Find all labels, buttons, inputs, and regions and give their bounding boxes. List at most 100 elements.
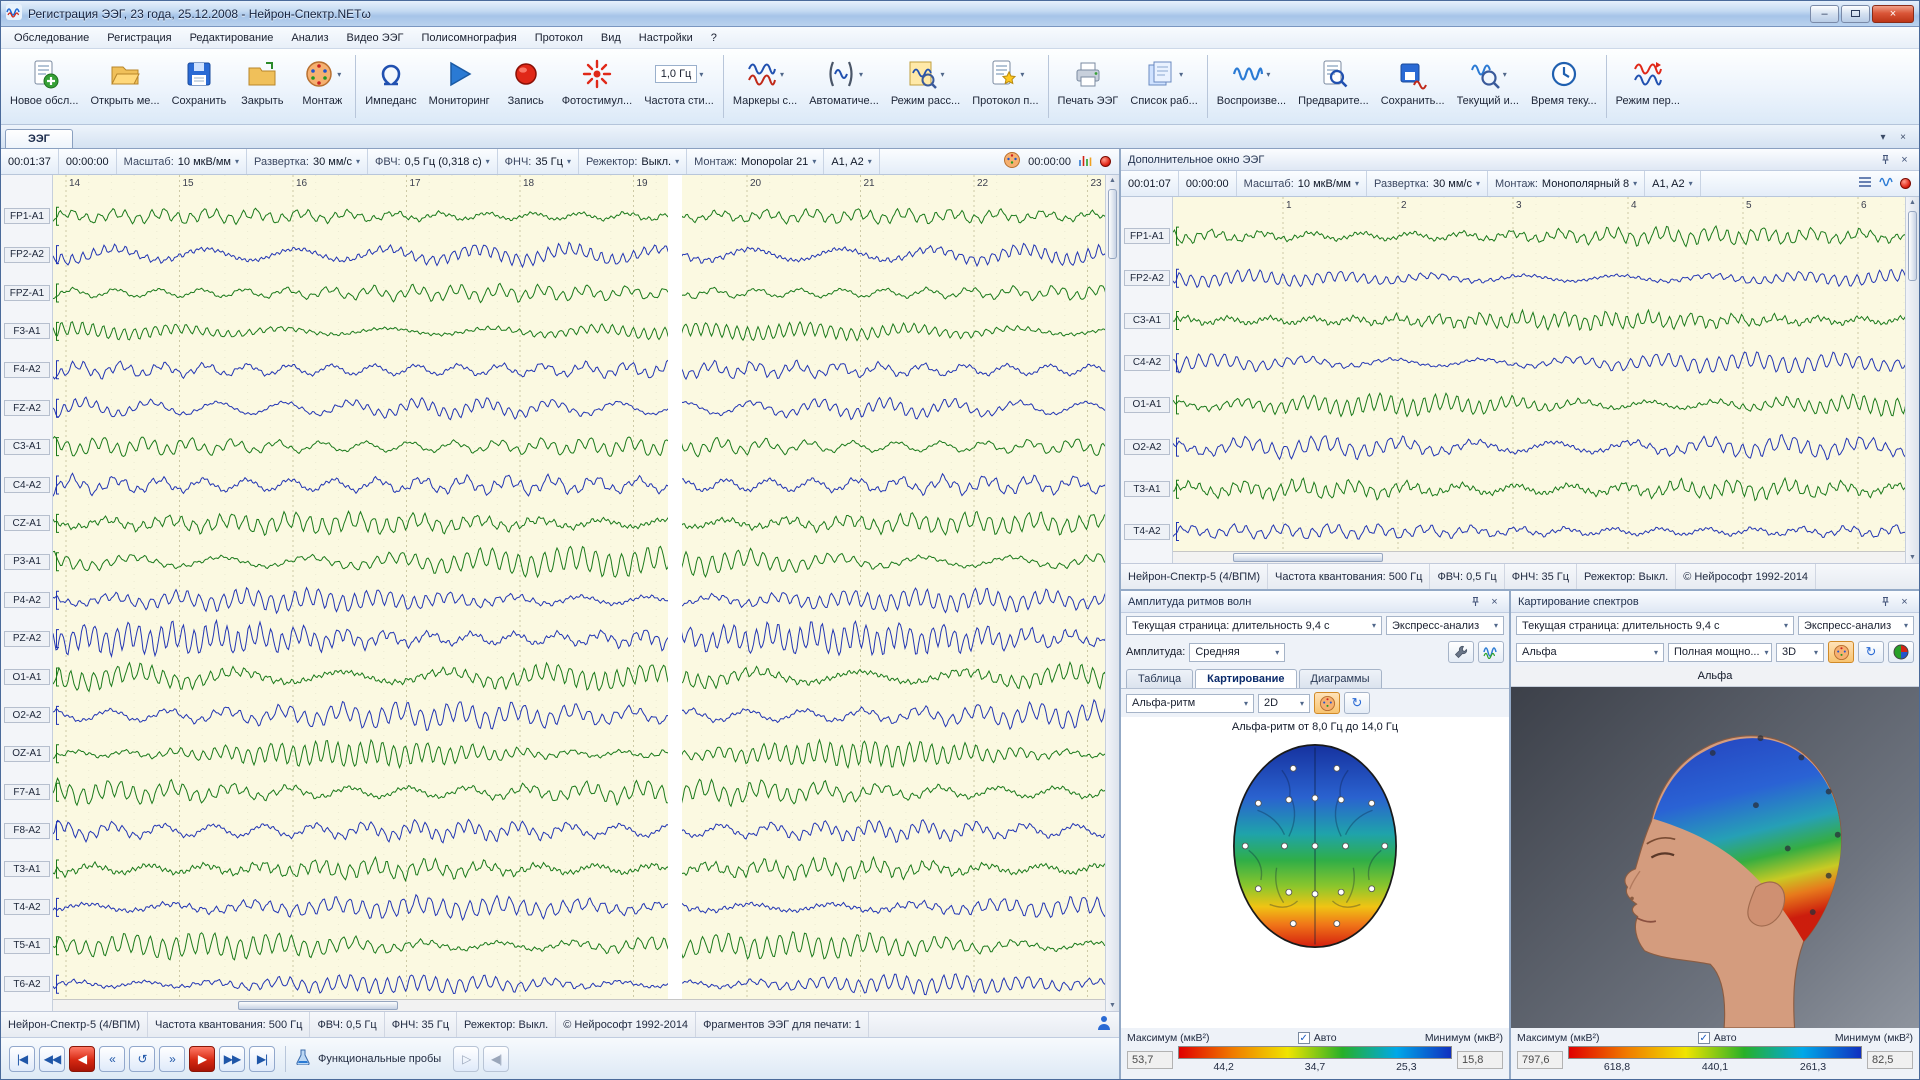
channel-label[interactable]: C3-A1	[4, 439, 50, 455]
channel-label[interactable]: O1-A1	[1124, 397, 1170, 413]
close-icon[interactable]: ×	[1487, 594, 1502, 609]
channel-label[interactable]: OZ-A1	[4, 746, 50, 762]
channel-label[interactable]: FP1-A1	[4, 208, 50, 224]
playback-button[interactable]: ↺	[129, 1046, 155, 1072]
channel-label[interactable]: T6-A2	[4, 976, 50, 992]
menu-item[interactable]: Вид	[592, 29, 630, 47]
toolbar-button[interactable]: ▾Текущий и...	[1451, 51, 1525, 122]
settings-wrench-icon[interactable]	[1448, 641, 1474, 663]
tab-table[interactable]: Таблица	[1126, 669, 1193, 688]
menu-item[interactable]: ?	[702, 29, 726, 47]
eeg-setting-cell[interactable]: A1, A2▾	[1645, 171, 1700, 196]
channel-label[interactable]: O1-A1	[4, 669, 50, 685]
channel-label[interactable]: F7-A1	[4, 784, 50, 800]
pin-icon[interactable]	[1468, 594, 1483, 609]
channel-label[interactable]: FPZ-A1	[4, 285, 50, 301]
playback-button[interactable]: |◀	[9, 1046, 35, 1072]
toolbar-button[interactable]: Сохранить	[166, 51, 233, 122]
close-icon[interactable]: ×	[1897, 152, 1912, 167]
refresh-icon[interactable]: ↻	[1858, 641, 1884, 663]
eeg-setting-cell[interactable]: Масштаб:10 мкВ/мм▾	[1237, 171, 1367, 196]
toolbar-button[interactable]: Время теку...	[1525, 51, 1603, 122]
refresh-icon[interactable]: ↻	[1344, 692, 1370, 714]
close-icon[interactable]: ×	[1897, 594, 1912, 609]
wave-settings-icon[interactable]	[1879, 176, 1893, 191]
toolbar-button[interactable]: ▾Протокол п...	[966, 51, 1044, 122]
channel-label[interactable]: O2-A2	[1124, 439, 1170, 455]
waveform-view-icon[interactable]	[1478, 641, 1504, 663]
rhythm-dropdown[interactable]: Альфа-ритм▾	[1126, 694, 1254, 713]
playback-button[interactable]: ◀|	[483, 1046, 509, 1072]
channel-label[interactable]: CZ-A1	[4, 515, 50, 531]
maximize-button[interactable]	[1841, 5, 1870, 23]
toolbar-button[interactable]: Режим пер...	[1610, 51, 1686, 122]
pin-icon[interactable]	[1878, 594, 1893, 609]
min-value-field[interactable]: 15,8	[1457, 1051, 1503, 1069]
vertical-scrollbar[interactable]: ▲ ▼	[1905, 197, 1919, 563]
scrollbar-thumb[interactable]	[1233, 553, 1383, 562]
menu-item[interactable]: Протокол	[526, 29, 592, 47]
tab-list-dropdown-icon[interactable]: ▾	[1875, 129, 1891, 145]
express-analysis-dropdown[interactable]: Экспресс-анализ▾	[1798, 616, 1914, 635]
electrode-head-icon[interactable]	[1003, 151, 1021, 172]
patient-icon[interactable]	[1097, 1015, 1111, 1034]
stim-marker-icon[interactable]	[1078, 153, 1093, 171]
channel-label[interactable]: T4-A2	[4, 899, 50, 915]
menu-item[interactable]: Обследование	[5, 29, 98, 47]
toolbar-button[interactable]: ▾Режим расс...	[885, 51, 966, 122]
vertical-scrollbar[interactable]: ▲ ▼	[1105, 175, 1119, 1011]
scrollbar-thumb[interactable]	[1108, 189, 1117, 259]
channel-label[interactable]: F8-A2	[4, 823, 50, 839]
channel-label[interactable]: P3-A1	[4, 554, 50, 570]
close-button[interactable]: ×	[1872, 5, 1914, 23]
toolbar-button[interactable]: Предварите...	[1292, 51, 1375, 122]
menu-item[interactable]: Видео ЭЭГ	[338, 29, 413, 47]
scroll-down-icon[interactable]: ▼	[1109, 1002, 1116, 1009]
toolbar-button[interactable]: 1,0 Гц▾Частота сти...	[638, 51, 720, 122]
toolbar-button[interactable]: Закрыть	[232, 51, 292, 122]
horizontal-scrollbar[interactable]	[53, 999, 1105, 1011]
horizontal-scrollbar[interactable]	[1173, 551, 1905, 563]
page-select-dropdown[interactable]: Текущая страница: длительность 9,4 с▾	[1516, 616, 1794, 635]
eeg-setting-cell[interactable]: Развертка:30 мм/с▾	[247, 149, 368, 174]
tab-close-icon[interactable]: ×	[1895, 129, 1911, 145]
amplitude-mode-dropdown[interactable]: Средняя▾	[1189, 643, 1285, 662]
channel-label[interactable]: PZ-A2	[4, 631, 50, 647]
playback-button[interactable]: ◀◀	[39, 1046, 65, 1072]
scrollbar-thumb[interactable]	[1908, 211, 1917, 281]
head-3d-area[interactable]	[1511, 687, 1919, 1028]
eeg-setting-cell[interactable]: ФВЧ:0,5 Гц (0,318 с)▾	[368, 149, 498, 174]
eeg-setting-cell[interactable]: 00:00:00	[59, 149, 117, 174]
channel-label[interactable]: C3-A1	[1124, 313, 1170, 329]
montage-list-icon[interactable]	[1858, 176, 1872, 191]
eeg-setting-cell[interactable]: ФНЧ:35 Гц▾	[498, 149, 579, 174]
dimension-dropdown[interactable]: 2D▾	[1258, 694, 1310, 713]
channel-label[interactable]: T3-A1	[1124, 481, 1170, 497]
auto-checkbox[interactable]: ✓	[1698, 1032, 1710, 1044]
eeg-trace-area[interactable]: 123456	[1173, 197, 1905, 563]
eeg-setting-cell[interactable]: 00:00:00	[1179, 171, 1237, 196]
scroll-down-icon[interactable]: ▼	[1909, 554, 1916, 561]
max-value-field[interactable]: 797,6	[1517, 1051, 1563, 1069]
channel-label[interactable]: FP1-A1	[1124, 228, 1170, 244]
toolbar-button[interactable]: ▾Список раб...	[1124, 51, 1203, 122]
express-analysis-dropdown[interactable]: Экспресс-анализ▾	[1386, 616, 1504, 635]
dimension-dropdown[interactable]: 3D▾	[1776, 643, 1824, 662]
playback-button[interactable]: ▶	[189, 1046, 215, 1072]
channel-label[interactable]: P4-A2	[4, 592, 50, 608]
tab-diagrams[interactable]: Диаграммы	[1299, 669, 1382, 688]
toolbar-button[interactable]: ▾Маркеры с...	[727, 51, 803, 122]
channel-label[interactable]: T4-A2	[1124, 524, 1170, 540]
menu-item[interactable]: Анализ	[282, 29, 337, 47]
eeg-setting-cell[interactable]: 00:01:37	[1, 149, 59, 174]
head-map-button[interactable]	[1828, 641, 1854, 663]
playback-button[interactable]: «	[99, 1046, 125, 1072]
toolbar-button[interactable]: Открыть ме...	[84, 51, 165, 122]
channel-label[interactable]: F4-A2	[4, 362, 50, 378]
rhythm-dropdown[interactable]: Альфа▾	[1516, 643, 1664, 662]
scrollbar-thumb[interactable]	[238, 1001, 398, 1010]
playback-button[interactable]: ◀	[69, 1046, 95, 1072]
pin-icon[interactable]	[1878, 152, 1893, 167]
menu-item[interactable]: Регистрация	[98, 29, 180, 47]
minimize-button[interactable]: –	[1810, 5, 1839, 23]
